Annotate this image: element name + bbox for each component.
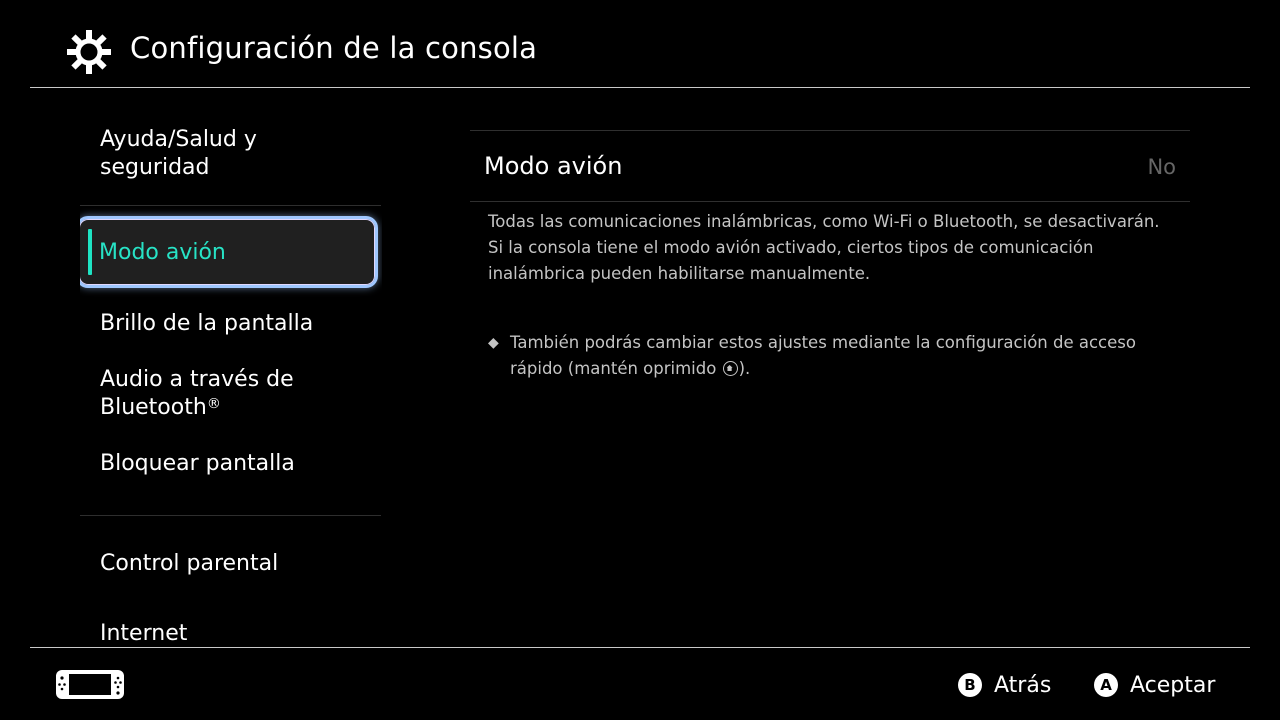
- home-button-icon: [722, 361, 738, 376]
- sidebar-item-label: Ayuda/Salud y: [100, 127, 257, 152]
- sidebar-item-label: Modo avión: [99, 240, 226, 265]
- sidebar-item-label-line2: seguridad: [100, 155, 210, 180]
- setting-name: Modo avión: [484, 152, 623, 180]
- sidebar-item-label: Brillo de la pantalla: [100, 311, 314, 336]
- console-handheld-icon: [56, 670, 124, 699]
- b-button-icon: B: [958, 673, 982, 697]
- sidebar-item-bluetooth-audio[interactable]: Audio a través de Bluetooth®: [100, 366, 294, 422]
- note-text-end: ).: [738, 359, 751, 378]
- detail-divider: [470, 201, 1190, 202]
- description-line-1: Todas las comunicaciones inalámbricas, c…: [488, 212, 1160, 231]
- back-button-label: Atrás: [994, 672, 1052, 698]
- a-button-icon: A: [1094, 673, 1118, 697]
- footer-divider: [30, 647, 1250, 648]
- selection-indicator: [88, 229, 92, 275]
- sidebar-item-label: Control parental: [100, 551, 279, 576]
- back-button[interactable]: B Atrás: [958, 670, 1051, 700]
- diamond-bullet-icon: ◆: [488, 335, 499, 351]
- sidebar-item-airplane-mode[interactable]: Modo avión: [80, 216, 378, 288]
- header: Configuración de la consola: [0, 0, 1280, 88]
- sidebar-item-label-line2: Bluetooth: [100, 395, 207, 420]
- gear-icon: [67, 30, 111, 74]
- sidebar-item-help-health-safety[interactable]: Ayuda/Salud y seguridad: [100, 126, 257, 182]
- sidebar-item-internet[interactable]: Internet: [100, 620, 187, 646]
- accept-button-label: Aceptar: [1130, 672, 1216, 698]
- registered-mark: ®: [206, 396, 221, 412]
- sidebar: Ayuda/Salud y seguridad Modo avión Brill…: [80, 88, 382, 646]
- accept-button[interactable]: A Aceptar: [1094, 670, 1215, 700]
- sidebar-item-label: Internet: [100, 621, 188, 646]
- page-title: Configuración de la consola: [130, 31, 538, 65]
- sidebar-divider: [80, 515, 381, 516]
- setting-value: No: [1147, 155, 1176, 179]
- sidebar-divider: [80, 205, 381, 206]
- sidebar-item-lock-screen[interactable]: Bloquear pantalla: [100, 450, 295, 478]
- sidebar-item-parental-controls[interactable]: Control parental: [100, 550, 278, 578]
- sidebar-item-screen-brightness[interactable]: Brillo de la pantalla: [100, 310, 313, 338]
- description-line-2: Si la consola tiene el modo avión activa…: [488, 238, 1094, 283]
- sidebar-item-label: Audio a través de: [100, 367, 294, 392]
- detail-divider-top: [470, 130, 1190, 131]
- sidebar-item-label: Bloquear pantalla: [100, 451, 295, 476]
- note-text-start: También podrás cambiar estos ajustes med…: [510, 333, 1136, 378]
- setting-description: Todas las comunicaciones inalámbricas, c…: [488, 209, 1178, 287]
- note-text: También podrás cambiar estos ajustes med…: [510, 330, 1180, 382]
